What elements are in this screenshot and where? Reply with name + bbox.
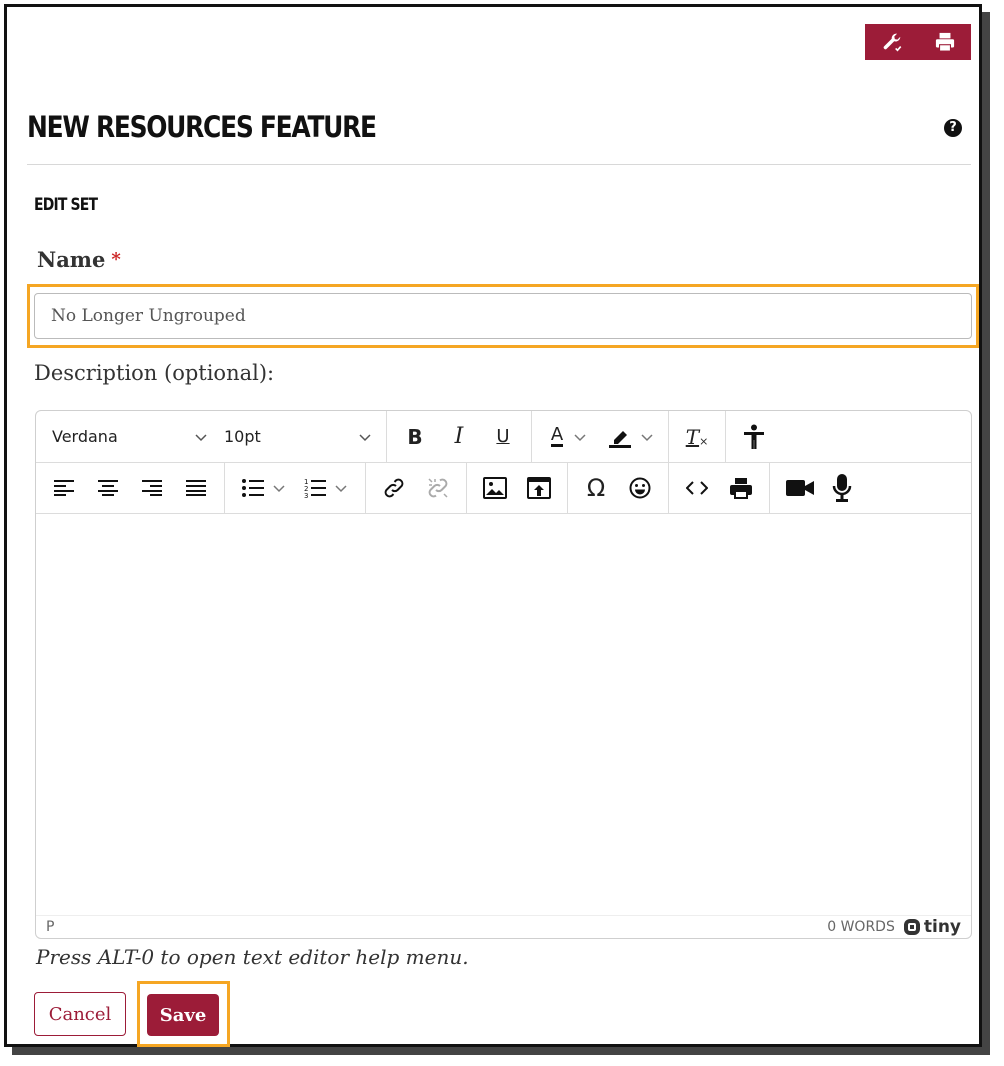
save-button[interactable]: Save [147, 994, 219, 1036]
top-toolbar [865, 24, 971, 60]
chevron-down-icon [573, 430, 587, 444]
chevron-down-icon [358, 430, 372, 444]
underline-button[interactable]: U [481, 420, 525, 454]
insert-file-button[interactable] [517, 471, 561, 505]
chevron-down-icon [640, 430, 654, 444]
chevron-down-icon [272, 481, 286, 495]
name-input[interactable] [34, 293, 972, 339]
upload-icon [527, 476, 551, 499]
source-code-button[interactable] [675, 471, 719, 505]
justify-button[interactable] [174, 471, 218, 505]
code-print-group [669, 462, 770, 513]
clear-group: T × [669, 411, 726, 462]
align-left-button[interactable] [42, 471, 86, 505]
unlink-icon [426, 476, 450, 500]
clear-x-icon: × [699, 435, 709, 448]
clear-formatting-icon: T [685, 424, 700, 449]
microphone-icon [832, 473, 852, 502]
media-group [467, 462, 568, 513]
chevron-down-icon [194, 430, 208, 444]
accessibility-icon [743, 424, 765, 450]
align-group [36, 462, 225, 513]
bullet-list-icon [242, 478, 264, 497]
bold-icon: B [407, 424, 423, 449]
statusbar-right: 0 WORDS tiny [827, 917, 961, 937]
highlighter-icon [608, 426, 632, 448]
italic-icon: I [454, 424, 464, 449]
code-icon [686, 480, 708, 496]
align-center-icon [98, 479, 118, 496]
align-center-button[interactable] [86, 471, 130, 505]
accessibility-group [726, 411, 782, 462]
name-label: Name * [37, 247, 121, 272]
symbol-group: Ω [568, 462, 669, 513]
tiny-logo-icon [903, 918, 921, 936]
align-right-button[interactable] [130, 471, 174, 505]
numbered-list-button[interactable]: 123 [295, 471, 357, 505]
font-group: Verdana 10pt [36, 411, 387, 462]
omega-icon: Ω [586, 473, 606, 502]
font-family-select[interactable]: Verdana [44, 420, 216, 454]
editor-hint: Press ALT-0 to open text editor help men… [36, 945, 469, 969]
format-group: B I U [387, 411, 532, 462]
link-icon [382, 476, 406, 500]
special-character-button[interactable]: Ω [574, 471, 618, 505]
recording-group [770, 462, 870, 513]
svg-text:3: 3 [304, 492, 308, 498]
tiny-logo[interactable]: tiny [903, 917, 961, 937]
font-color-icon: A [550, 424, 564, 447]
print-editor-button[interactable] [719, 471, 763, 505]
printer-icon [934, 32, 956, 52]
numbered-list-icon: 123 [304, 478, 326, 498]
bullet-list-button[interactable] [233, 471, 295, 505]
font-family-value: Verdana [52, 427, 118, 446]
cancel-button[interactable]: Cancel [34, 992, 126, 1036]
record-video-button[interactable] [778, 471, 822, 505]
chevron-down-icon [334, 481, 348, 495]
page-title: NEW RESOURCES FEATURE [27, 110, 377, 144]
underline-icon: U [496, 426, 510, 447]
rich-text-editor: Verdana 10pt B I U A T × 1 2 3 Ω P 0 WOR… [35, 410, 972, 939]
italic-button[interactable]: I [437, 420, 481, 454]
unlink-button[interactable] [416, 471, 460, 505]
bold-button[interactable]: B [393, 420, 437, 454]
tiny-logo-text: tiny [923, 917, 961, 937]
print-button[interactable] [918, 24, 971, 60]
record-audio-button[interactable] [822, 471, 862, 505]
image-icon [483, 476, 507, 499]
justify-icon [186, 479, 206, 496]
font-size-select[interactable]: 10pt [216, 420, 380, 454]
editor-statusbar: P 0 WORDS tiny [36, 915, 971, 938]
accessibility-button[interactable] [734, 420, 774, 454]
element-path[interactable]: P [46, 919, 54, 935]
required-marker: * [111, 249, 121, 270]
video-camera-icon [786, 479, 814, 497]
highlight-color-button[interactable] [600, 420, 662, 454]
help-icon[interactable]: ? [944, 119, 962, 137]
clear-formatting-button[interactable]: T × [677, 420, 717, 454]
word-count[interactable]: 0 WORDS [827, 919, 895, 935]
name-label-text: Name [37, 247, 106, 272]
list-group: 123 [225, 462, 366, 513]
editor-toolbar-row-2: 123 Ω [36, 462, 971, 514]
emoticon-button[interactable] [618, 471, 662, 505]
printer-icon [729, 477, 753, 499]
align-right-icon [142, 479, 162, 496]
section-title: EDIT SET [34, 195, 98, 215]
wrench-icon [881, 31, 903, 53]
smiley-icon [629, 477, 651, 499]
divider [27, 164, 971, 165]
dialog-frame: NEW RESOURCES FEATURE ? EDIT SET Name* D… [4, 4, 982, 1047]
color-group: A [532, 411, 669, 462]
font-color-button[interactable]: A [538, 420, 600, 454]
align-left-icon [54, 479, 74, 496]
description-label: Description (optional): [34, 361, 275, 385]
link-group [366, 462, 467, 513]
insert-link-button[interactable] [372, 471, 416, 505]
wrench-button[interactable] [865, 24, 918, 60]
font-size-value: 10pt [224, 427, 261, 446]
insert-image-button[interactable] [473, 471, 517, 505]
editor-toolbar-row-1: Verdana 10pt B I U A T × [36, 411, 971, 463]
